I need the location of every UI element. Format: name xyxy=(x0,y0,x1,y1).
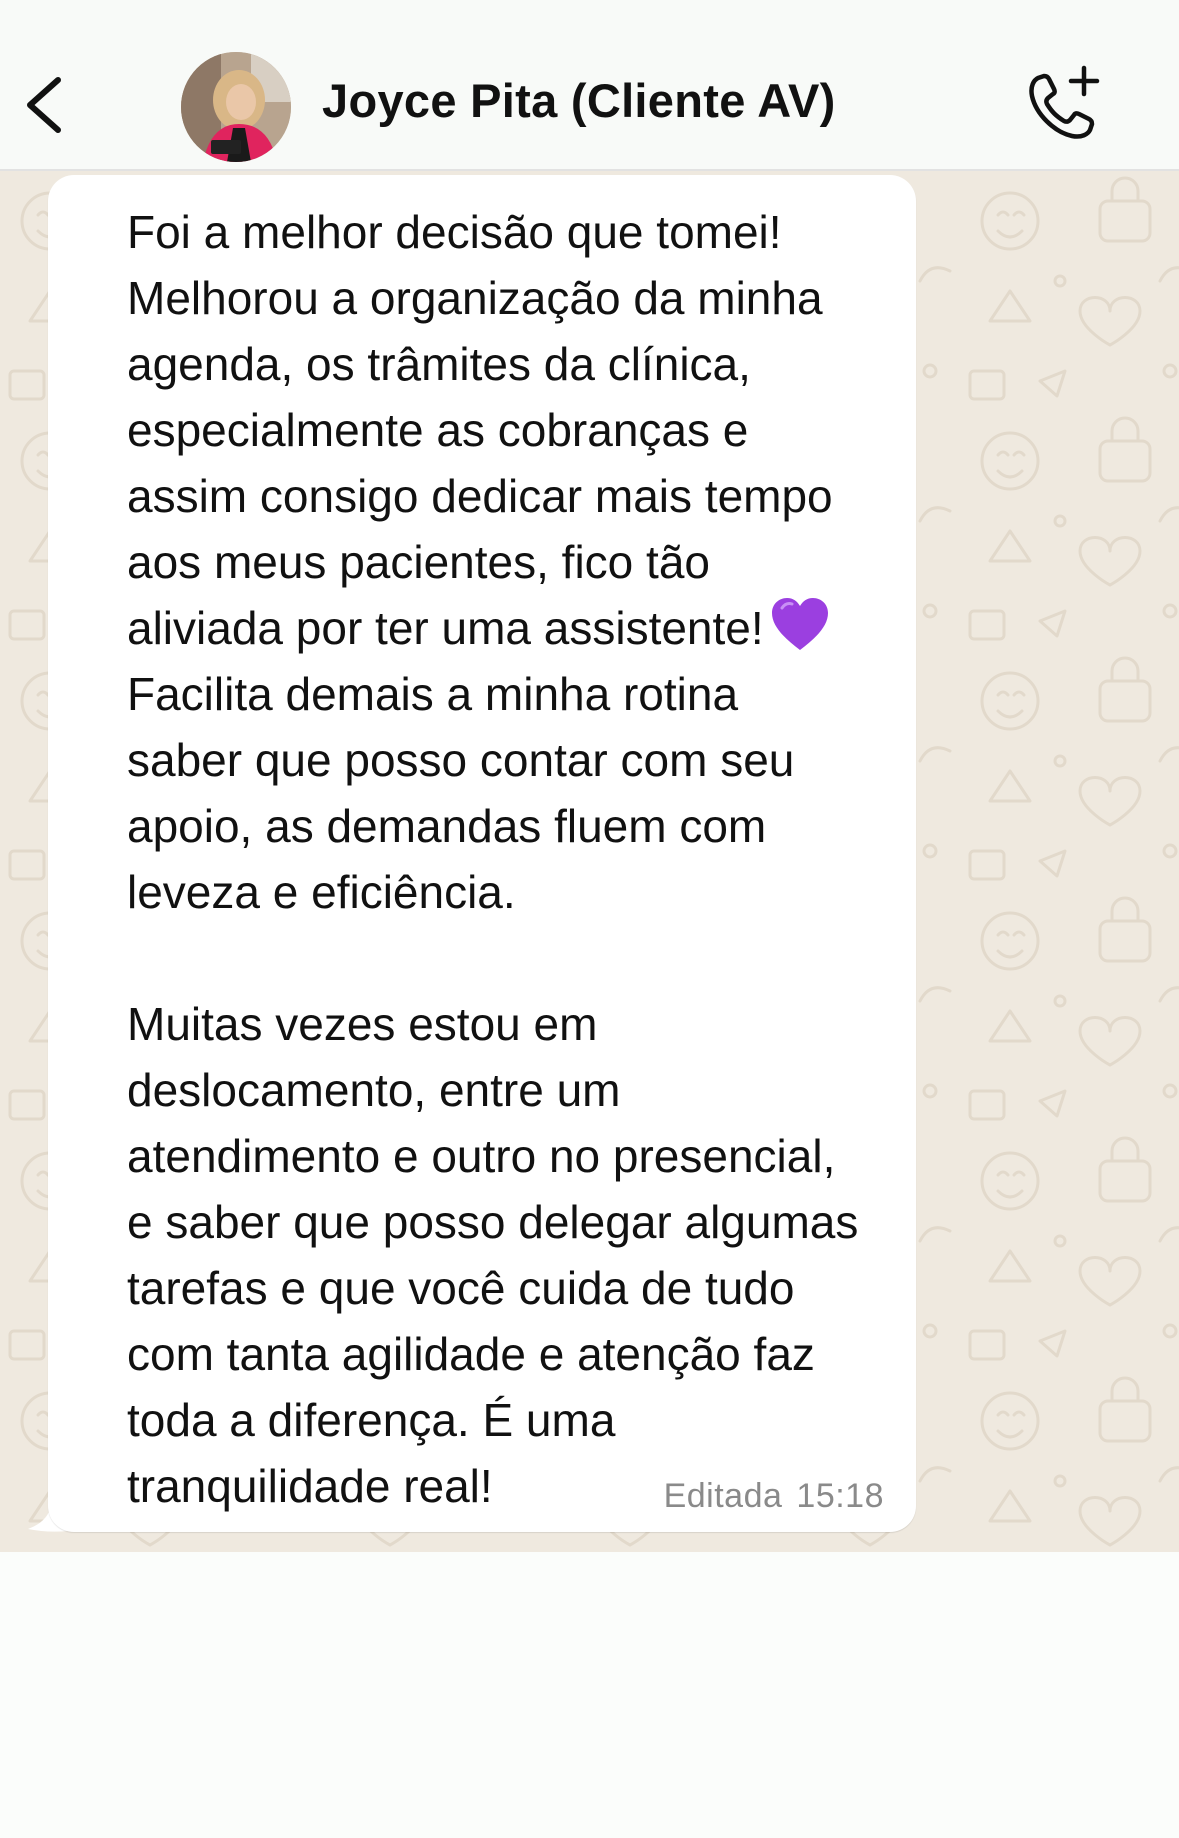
add-call-button[interactable] xyxy=(1024,64,1104,144)
message-text: Foi a melhor decisão que tomei! Melhorou… xyxy=(127,199,967,1519)
message-text-part1: Foi a melhor decisão que tomei! Melhorou… xyxy=(127,206,833,654)
edited-label: Editada xyxy=(663,1477,783,1515)
chat-area[interactable]: Foi a melhor decisão que tomei! Melhorou… xyxy=(0,171,1179,1552)
message-time: 15:18 xyxy=(796,1477,884,1515)
chevron-left-icon xyxy=(27,77,61,133)
phone-add-icon xyxy=(1029,65,1100,139)
avatar-image xyxy=(181,52,291,162)
contact-name[interactable]: Joyce Pita (Cliente AV) xyxy=(322,73,836,128)
message-bubble[interactable]: Foi a melhor decisão que tomei! Melhorou… xyxy=(48,175,916,1532)
purple-heart-icon xyxy=(771,598,828,650)
message-text-part2: Facilita demais a minha rotina saber que… xyxy=(127,668,859,1512)
blank-area xyxy=(0,1552,1179,1838)
chat-header: Joyce Pita (Cliente AV) xyxy=(0,0,1179,171)
message-meta: Editada 15:18 xyxy=(664,1477,884,1516)
back-button[interactable] xyxy=(22,70,72,140)
avatar[interactable] xyxy=(181,52,291,162)
